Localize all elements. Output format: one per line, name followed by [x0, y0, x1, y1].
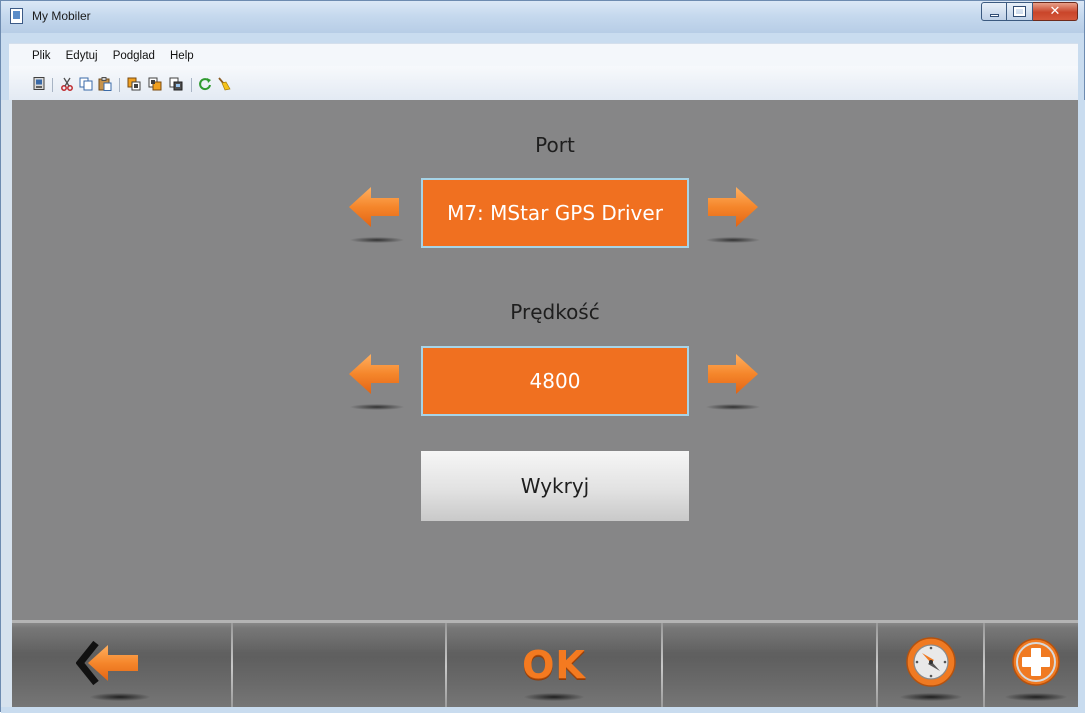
copy-icon[interactable]: [79, 77, 93, 91]
speed-label: Prędkość: [510, 300, 600, 324]
arrow-shadow: [350, 404, 404, 410]
title-bar: My Mobiler ✕: [1, 1, 1084, 33]
back-arrow-icon: [76, 640, 138, 686]
app-icon: [10, 8, 23, 24]
plus-icon: [1012, 638, 1060, 686]
paste-icon[interactable]: [98, 77, 112, 91]
menu-edytuj[interactable]: Edytuj: [61, 46, 103, 62]
refresh-icon[interactable]: [198, 77, 212, 91]
toolbar: [9, 66, 1078, 101]
maximize-icon: [1013, 6, 1026, 17]
maximize-button[interactable]: [1007, 2, 1033, 21]
device-icon[interactable]: [32, 77, 46, 91]
menu-podglad[interactable]: Podglad: [108, 46, 160, 62]
speed-value: 4800: [421, 346, 689, 416]
menu-bar: Plik Edytuj Podglad Help: [9, 43, 1078, 66]
speed-prev-arrow-icon[interactable]: [345, 350, 405, 406]
menu-help[interactable]: Help: [165, 46, 199, 62]
copy-from-device-icon[interactable]: [148, 77, 162, 91]
close-icon: ✕: [1049, 4, 1061, 19]
app-window: My Mobiler ✕ Plik Edytuj Podglad Help Po…: [0, 0, 1085, 713]
window-title: My Mobiler: [32, 9, 91, 23]
cut-icon[interactable]: [60, 77, 74, 91]
window-left-border: [1, 100, 12, 707]
compass-button[interactable]: [878, 623, 983, 707]
minimize-icon: [990, 14, 999, 17]
ok-button[interactable]: OK: [447, 623, 661, 707]
toolbar-separator: [52, 78, 53, 92]
arrow-shadow: [706, 404, 760, 410]
window-bottom-border: [1, 707, 1085, 713]
ok-label: OK: [522, 643, 586, 687]
port-value: M7: MStar GPS Driver: [421, 178, 689, 248]
port-prev-arrow-icon[interactable]: [345, 183, 405, 239]
bottom-action-bar: OK: [12, 620, 1078, 707]
window-right-border: [1078, 100, 1085, 707]
toolbar-separator: [119, 78, 120, 92]
empty-slot: [663, 623, 876, 707]
port-label: Port: [535, 133, 575, 157]
add-button[interactable]: [985, 623, 1078, 707]
compass-icon: [906, 637, 956, 687]
add-button-shadow: [1005, 693, 1067, 701]
detect-button[interactable]: Wykryj: [421, 451, 689, 521]
speed-next-arrow-icon[interactable]: [702, 350, 762, 406]
screenshot-icon[interactable]: [169, 77, 183, 91]
menu-plik[interactable]: Plik: [9, 46, 56, 62]
minimize-button[interactable]: [981, 2, 1007, 21]
arrow-shadow: [706, 237, 760, 243]
arrow-shadow: [350, 237, 404, 243]
empty-slot: [233, 623, 445, 707]
toolbar-separator: [191, 78, 192, 92]
close-button[interactable]: ✕: [1033, 2, 1078, 21]
ok-button-shadow: [524, 693, 584, 701]
device-screen[interactable]: Port M7: MStar GPS Driver Prędkość 4800 …: [12, 100, 1078, 707]
clean-icon[interactable]: [217, 77, 231, 91]
back-button[interactable]: [12, 623, 231, 707]
port-next-arrow-icon[interactable]: [702, 183, 762, 239]
compass-button-shadow: [900, 693, 962, 701]
caption-buttons: ✕: [981, 2, 1078, 22]
back-button-shadow: [90, 693, 150, 701]
copy-to-device-icon[interactable]: [127, 77, 141, 91]
